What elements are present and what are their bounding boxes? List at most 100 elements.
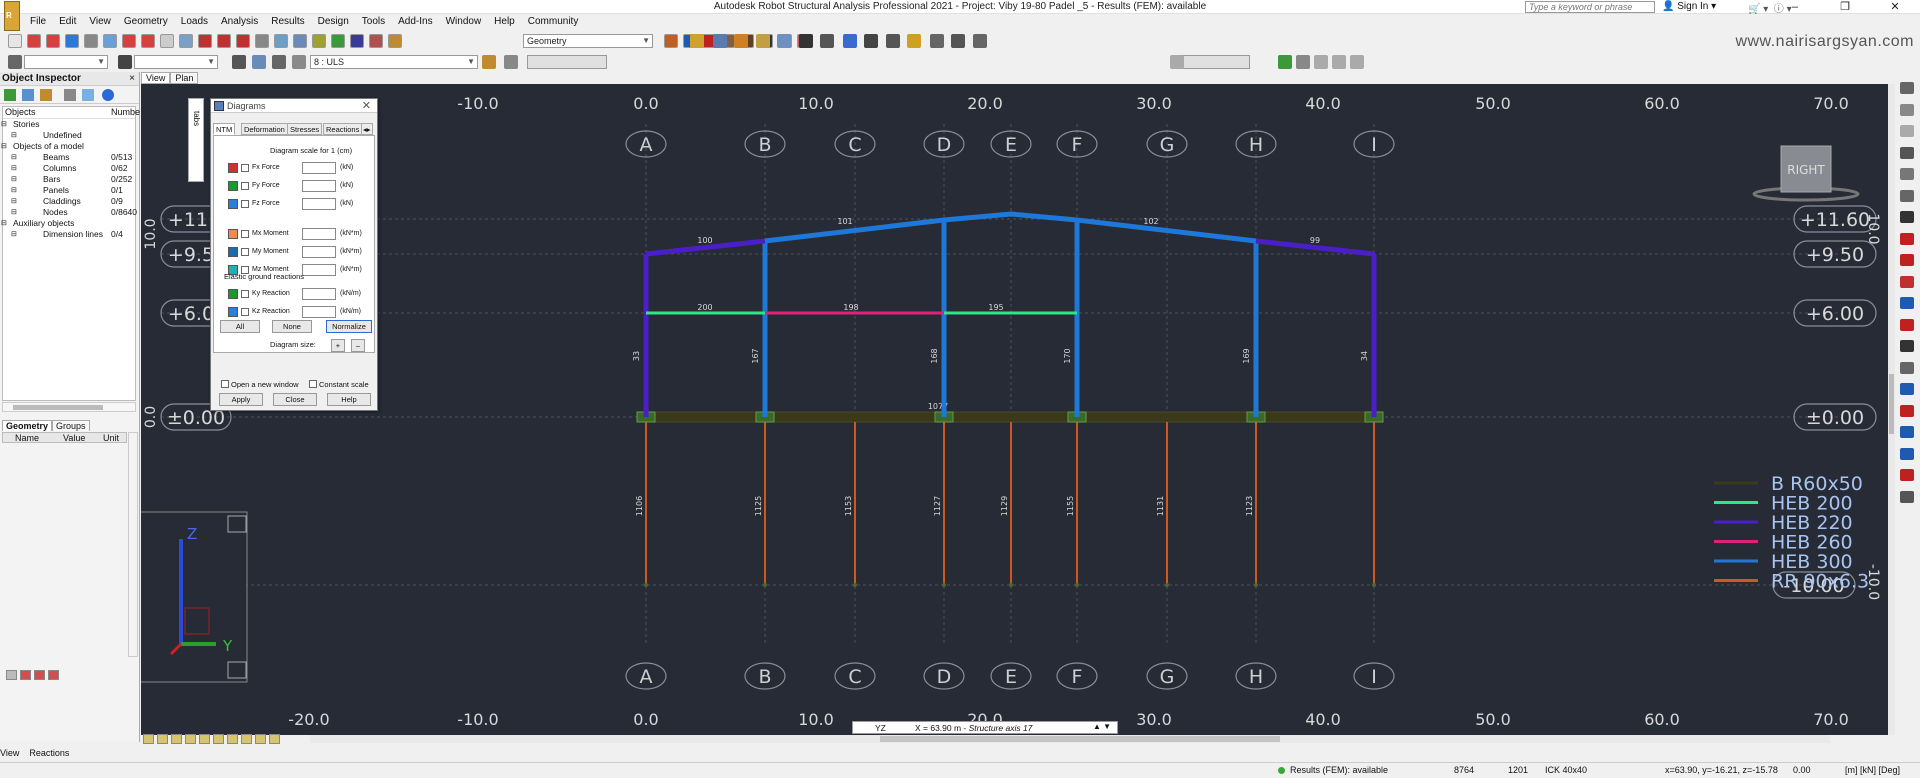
lower-tab-reactions[interactable]: Reactions	[29, 748, 69, 758]
menu-loads[interactable]: Loads	[181, 15, 208, 29]
tree-expand-icon[interactable]: ⊟	[1, 218, 7, 229]
view-tool-1-icon[interactable]	[143, 734, 154, 744]
restore-button[interactable]: ❐	[1820, 0, 1870, 14]
toolbar-tool-7-icon[interactable]	[122, 34, 136, 48]
close-button[interactable]: Close	[273, 393, 317, 406]
toolbar-struct-tool-8-icon[interactable]	[843, 34, 857, 48]
tree-item[interactable]: ⊟ Undefined	[3, 130, 135, 141]
toolbar-tool-22-icon[interactable]	[664, 34, 678, 48]
color-swatch[interactable]	[228, 289, 238, 299]
help-search-input[interactable]: Type a keyword or phrase	[1525, 1, 1655, 13]
view-tool-10-icon[interactable]	[269, 734, 280, 744]
menu-edit[interactable]: Edit	[59, 15, 76, 29]
tab-reactions[interactable]: Reactions	[323, 123, 363, 135]
toolbar-tool-3-icon[interactable]	[46, 34, 60, 48]
filter-edit-icon[interactable]	[22, 89, 34, 101]
tree-item[interactable]: ⊟ Dimension lines 0/4	[3, 229, 135, 240]
diagram-checkbox[interactable]	[241, 200, 249, 208]
diagram-scale-input[interactable]	[302, 264, 336, 276]
help-icon[interactable]	[102, 89, 114, 101]
tabs-scroll-arrows[interactable]: ◂▸	[361, 123, 373, 135]
toolbar-struct-tool-9-icon[interactable]	[864, 34, 878, 48]
toolbar-struct-tool-3-icon[interactable]	[734, 34, 748, 48]
tree-item[interactable]: ⊟ Columns 0/62	[3, 163, 135, 174]
toolbar-struct-tool-14-icon[interactable]	[973, 34, 987, 48]
color-swatch[interactable]	[228, 163, 238, 173]
toolbar-tool-10-icon[interactable]	[179, 34, 193, 48]
structure-viewport[interactable]: -10.0 0.0 10.0 20.0 30.0 40.0 50.0 60.0 70.0 -20.…	[141, 84, 1888, 735]
diagram-scale-input[interactable]	[302, 180, 336, 192]
apply-button[interactable]: Apply	[219, 393, 263, 406]
tab-groups[interactable]: Groups	[52, 420, 90, 431]
inspector-close-icon[interactable]: ×	[129, 72, 135, 86]
toolbar2-tool-4-icon[interactable]	[252, 55, 266, 69]
constant-scale-checkbox[interactable]	[309, 380, 317, 388]
right-tool-13-icon[interactable]	[1900, 340, 1914, 352]
axis-dropdown-icon[interactable]: ▲ ▼	[1093, 722, 1111, 731]
tree-item[interactable]: ⊟ Stories	[1, 119, 135, 130]
right-tool-14-icon[interactable]	[1900, 361, 1914, 374]
view-tool-9-icon[interactable]	[255, 734, 266, 744]
menu-design[interactable]: Design	[318, 15, 349, 29]
tab-deformation[interactable]: Deformation	[241, 123, 288, 135]
diagram-checkbox[interactable]	[241, 248, 249, 256]
right-tool-18-icon[interactable]	[1900, 447, 1914, 460]
help-button[interactable]: Help	[327, 393, 371, 406]
toolbar-tool-19-icon[interactable]	[350, 34, 364, 48]
menu-view[interactable]: View	[89, 15, 111, 29]
tab-view[interactable]: View	[141, 72, 171, 84]
toolbar-tool-11-icon[interactable]	[198, 34, 212, 48]
tree-expand-icon[interactable]: ⊟	[1, 141, 7, 152]
toolbar-struct-tool-11-icon[interactable]	[907, 34, 921, 48]
tree-item[interactable]: ⊟ Claddings 0/9	[3, 196, 135, 207]
tab-ntm[interactable]: NTM	[213, 123, 236, 135]
view-tool-2-icon[interactable]	[157, 734, 168, 744]
view-tool-7-icon[interactable]	[227, 734, 238, 744]
filter-icon[interactable]	[4, 89, 16, 101]
toolbar-tool-6-icon[interactable]	[103, 34, 117, 48]
color-swatch[interactable]	[228, 181, 238, 191]
toolbar2-tool-5-icon[interactable]	[272, 55, 286, 69]
clear-filter-icon[interactable]	[40, 89, 52, 101]
none-button[interactable]: None	[272, 320, 312, 333]
view-tool-6-icon[interactable]	[213, 734, 224, 744]
right-tool-7-icon[interactable]	[1900, 211, 1914, 223]
find-icon[interactable]	[64, 89, 76, 101]
right-tool-8-icon[interactable]	[1900, 232, 1914, 245]
right-tool-20-icon[interactable]	[1900, 490, 1914, 503]
right-tool-6-icon[interactable]	[1900, 189, 1914, 202]
toolbar-struct-tool-10-icon[interactable]	[886, 34, 900, 48]
tree-expand-icon[interactable]: ⊟	[11, 152, 17, 163]
properties-scrollbar[interactable]	[128, 432, 138, 657]
selection-combo[interactable]: ▼	[24, 55, 108, 69]
toolbar2-tool-14-icon[interactable]	[1350, 55, 1364, 69]
toolbar-struct-tool-13-icon[interactable]	[951, 34, 965, 48]
tree-expand-icon[interactable]: ⊟	[11, 174, 17, 185]
sign-in-button[interactable]: 👤 Sign In ▾	[1662, 0, 1716, 14]
all-button[interactable]: All	[220, 320, 260, 333]
menu-geometry[interactable]: Geometry	[124, 15, 168, 29]
toolbar2-tool-12-icon[interactable]	[1314, 55, 1328, 69]
normalize-button[interactable]: Normalize	[326, 320, 372, 333]
toolbar2-tool-9-icon[interactable]	[1170, 55, 1184, 69]
toolbar-tool-17-icon[interactable]	[312, 34, 326, 48]
diagram-checkbox[interactable]	[241, 230, 249, 238]
toolbar-tool-1-icon[interactable]	[8, 34, 22, 48]
right-tool-1-icon[interactable]	[1900, 82, 1914, 94]
tree-expand-icon[interactable]: ⊟	[11, 207, 17, 218]
toolbar2-tool-2-icon[interactable]	[118, 55, 132, 69]
tree-expand-icon[interactable]: ⊟	[11, 185, 17, 196]
minimize-button[interactable]: –	[1770, 0, 1820, 14]
toolbar-tool-20-icon[interactable]	[369, 34, 383, 48]
toolbar-struct-tool-7-icon[interactable]	[820, 34, 834, 48]
right-tool-12-icon[interactable]	[1900, 318, 1914, 331]
right-tool-3-icon[interactable]	[1900, 125, 1914, 137]
lower-tab-view[interactable]: View	[0, 748, 19, 758]
toolbar2-tool-10-icon[interactable]	[1278, 55, 1292, 69]
toolbar2-tool-3-icon[interactable]	[232, 55, 246, 69]
toolbar-tool-13-icon[interactable]	[236, 34, 250, 48]
tree-item[interactable]: ⊟ Auxiliary objects	[1, 218, 135, 229]
menu-file[interactable]: File	[30, 15, 46, 29]
elastic-input[interactable]	[302, 306, 336, 318]
tree-item[interactable]: ⊟ Bars 0/252	[3, 174, 135, 185]
